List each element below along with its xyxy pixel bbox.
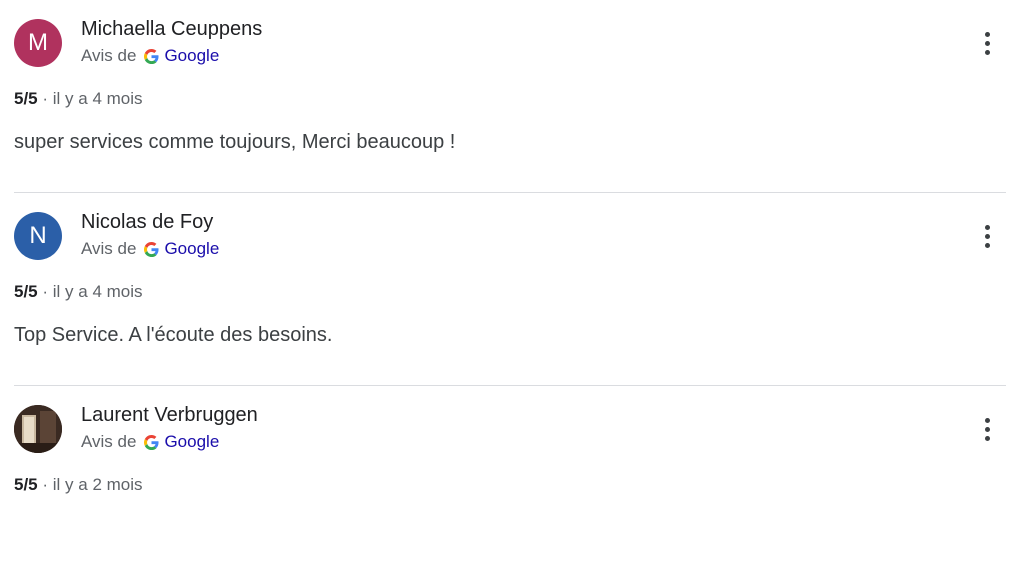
review-time: il y a 4 mois <box>52 89 143 108</box>
author-name[interactable]: Michaella Ceuppens <box>81 18 262 41</box>
review-source: Avis de Google <box>81 46 219 66</box>
rating: 5/5 <box>14 89 38 108</box>
meta-separator: · <box>42 282 49 301</box>
more-options-button[interactable] <box>975 221 999 251</box>
review-source: Avis de Google <box>81 432 219 452</box>
rating: 5/5 <box>14 282 38 301</box>
google-g-icon <box>144 241 159 257</box>
review-text: Top Service. A l'écoute des besoins. <box>14 324 333 346</box>
review-time: il y a 4 mois <box>52 282 143 301</box>
review-meta: 5/5 · il y a 4 mois <box>14 89 143 109</box>
avatar-photo[interactable] <box>14 405 62 453</box>
review-meta: 5/5 · il y a 4 mois <box>14 282 143 302</box>
source-brand[interactable]: Google <box>164 239 219 259</box>
review-list: M Michaella Ceuppens Avis de Google 5/5 … <box>0 0 1024 579</box>
author-name[interactable]: Laurent Verbruggen <box>81 404 258 427</box>
photo-icon <box>14 405 62 453</box>
author-name[interactable]: Nicolas de Foy <box>81 211 213 234</box>
review-card: N Nicolas de Foy Avis de Google 5/5 · il… <box>0 193 1024 386</box>
review-meta: 5/5 · il y a 2 mois <box>14 475 143 495</box>
avatar-initial: N <box>29 222 47 249</box>
google-g-icon <box>144 434 159 450</box>
source-prefix: Avis de <box>81 432 137 451</box>
more-vert-icon <box>984 417 990 423</box>
more-vert-icon <box>984 224 990 230</box>
meta-separator: · <box>42 89 49 108</box>
more-vert-icon <box>984 31 990 37</box>
review-card: Laurent Verbruggen Avis de Google 5/5 · … <box>0 386 1024 579</box>
more-options-button[interactable] <box>975 28 999 58</box>
source-brand[interactable]: Google <box>164 432 219 452</box>
avatar-initial: M <box>28 29 48 56</box>
review-time: il y a 2 mois <box>52 475 143 494</box>
avatar[interactable]: M <box>14 19 62 67</box>
meta-separator: · <box>42 475 49 494</box>
google-g-icon <box>144 48 159 64</box>
review-source: Avis de Google <box>81 239 219 259</box>
more-options-button[interactable] <box>975 414 999 444</box>
source-prefix: Avis de <box>81 46 137 65</box>
rating: 5/5 <box>14 475 38 494</box>
avatar[interactable]: N <box>14 212 62 260</box>
review-text: super services comme toujours, Merci bea… <box>14 131 456 153</box>
review-card: M Michaella Ceuppens Avis de Google 5/5 … <box>0 0 1024 193</box>
source-brand[interactable]: Google <box>164 46 219 66</box>
source-prefix: Avis de <box>81 239 137 258</box>
